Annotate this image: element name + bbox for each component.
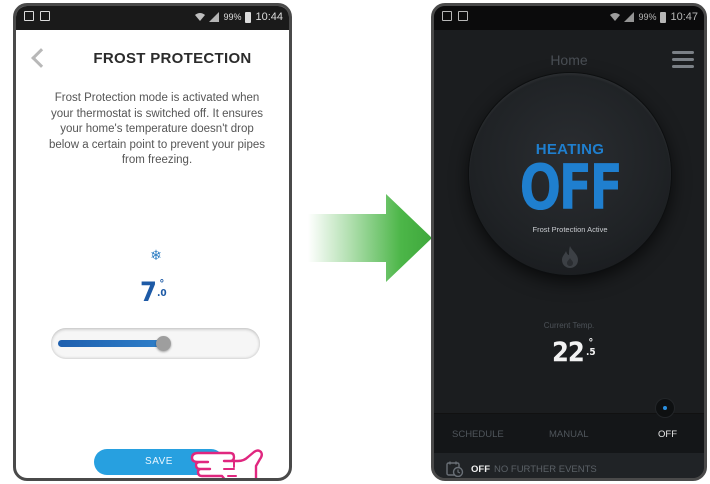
status-bar: 99% 10:47 — [434, 6, 704, 30]
current-temp-decimal-block: ° .5 — [586, 337, 596, 358]
active-mode-indicator — [656, 399, 674, 417]
frost-protection-description: Frost Protection mode is activated when … — [48, 92, 266, 167]
status-indicators: 99% 10:44 — [195, 11, 283, 23]
events-bar[interactable]: OFF NO FURTHER EVENTS — [434, 453, 704, 478]
setpoint-whole: 7 — [140, 277, 157, 308]
events-state: OFF — [471, 464, 490, 475]
events-text: NO FURTHER EVENTS — [494, 464, 597, 475]
current-temp-label: Current Temp. — [543, 321, 595, 330]
current-temp-decimal: .5 — [586, 347, 596, 358]
mode-selector: SCHEDULE MANUAL OFF — [434, 413, 704, 454]
setpoint-decimal-block: ° .0 — [157, 278, 167, 299]
notification-icons — [24, 11, 50, 21]
snowflake-icon: ❄ — [150, 247, 162, 263]
battery-icon — [245, 11, 252, 23]
slider-fill — [58, 340, 163, 347]
page-title: FROST PROTECTION — [93, 50, 252, 67]
current-temp-whole: 22 — [552, 337, 585, 368]
flame-icon — [562, 246, 578, 268]
tab-off[interactable]: OFF — [658, 429, 677, 440]
notification-icons — [442, 11, 468, 21]
wifi-icon — [610, 13, 621, 21]
phone-frost-protection-screen: 99% 10:44 FROST PROTECTION Frost Protect… — [13, 3, 292, 481]
status-indicators: 99% 10:47 — [610, 11, 698, 23]
hand-pointer-icon — [190, 449, 263, 478]
phone-home-screen: 99% 10:47 Home HEATING OFF Frost Protect… — [431, 3, 707, 481]
notification-icon — [442, 11, 452, 21]
temperature-slider[interactable] — [51, 328, 260, 358]
setpoint-decimal: .0 — [157, 288, 167, 299]
hamburger-menu-icon[interactable] — [672, 51, 694, 72]
screenshot-icon — [458, 11, 468, 21]
notification-icon — [24, 11, 34, 21]
battery-percent: 99% — [638, 12, 657, 22]
menu-line — [672, 65, 694, 68]
status-bar: 99% 10:44 — [16, 6, 289, 30]
screenshot-icon — [40, 11, 50, 21]
wifi-icon — [195, 13, 206, 21]
slider-thumb[interactable] — [156, 336, 171, 351]
dial-state: OFF — [519, 151, 624, 224]
schedule-clock-icon — [446, 461, 464, 477]
menu-line — [672, 58, 694, 61]
frost-protection-status: Frost Protection Active — [532, 225, 608, 234]
status-time: 10:44 — [255, 11, 283, 23]
tab-manual[interactable]: MANUAL — [549, 429, 589, 440]
battery-percent: 99% — [223, 12, 242, 22]
battery-icon — [660, 11, 667, 23]
transition-arrow-icon — [308, 194, 432, 282]
signal-icon — [209, 12, 220, 22]
status-time: 10:47 — [670, 11, 698, 23]
thermostat-dial[interactable]: HEATING OFF Frost Protection Active — [469, 73, 671, 275]
back-chevron-icon[interactable] — [31, 48, 51, 68]
tab-schedule[interactable]: SCHEDULE — [452, 429, 504, 440]
signal-icon — [624, 12, 635, 22]
page-title: Home — [550, 52, 588, 68]
frost-setpoint-value: 7 ° .0 — [140, 277, 167, 308]
current-temp-value: 22 ° .5 — [552, 337, 596, 368]
menu-line — [672, 51, 694, 54]
